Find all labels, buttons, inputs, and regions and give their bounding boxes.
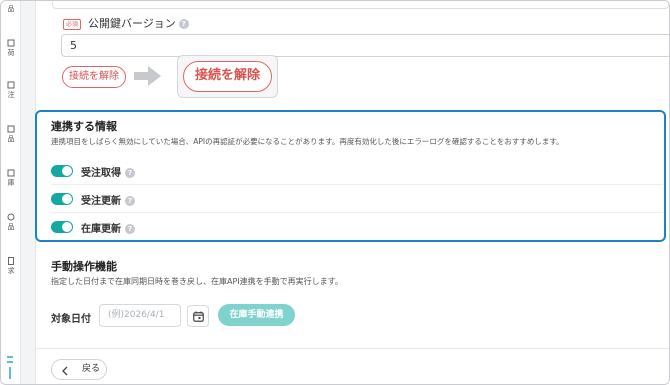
toggle-label: 受注更新? bbox=[81, 192, 135, 207]
sidebar-item-label: 品 bbox=[7, 135, 15, 143]
help-icon[interactable]: ? bbox=[125, 196, 135, 206]
sidebar-item-label: 品 bbox=[7, 5, 15, 13]
sidebar-item-orders[interactable]: 注 bbox=[3, 81, 19, 99]
manual-operation-description: 指定した日付まで在庫同期日時を巻き戻し、在庫API連携を手動で再実行します。 bbox=[51, 277, 343, 286]
toggle-label-text: 受注取得 bbox=[81, 168, 121, 179]
manual-stock-sync-button[interactable]: 在庫手動連携 bbox=[218, 304, 295, 326]
stock-update-toggle[interactable] bbox=[51, 221, 73, 233]
back-button[interactable]: 戻る bbox=[51, 359, 107, 380]
target-date-label: 対象日付 bbox=[51, 314, 91, 325]
order-update-toggle[interactable] bbox=[51, 193, 73, 205]
disconnect-button[interactable]: 接続を解除 bbox=[62, 66, 126, 88]
app-window: 品 荷 注 品 庫 品 求 必須 公開鍵バージョン ? 5 接続を解除 接続を解… bbox=[0, 0, 670, 385]
sidebar-item-product-sync[interactable]: 品 bbox=[3, 213, 19, 231]
cart-icon bbox=[3, 81, 19, 91]
toggle-label-text: 受注更新 bbox=[81, 196, 121, 207]
sidebar-item-label: 求 bbox=[7, 267, 15, 275]
sidebar-item-products[interactable]: 品 bbox=[3, 5, 19, 13]
toggle-row-order-fetch: 受注取得? bbox=[51, 157, 663, 185]
toggle-label: 在庫更新? bbox=[81, 220, 135, 235]
cycle-icon bbox=[3, 213, 19, 223]
warehouse-icon bbox=[3, 169, 19, 179]
previous-field-box bbox=[52, 1, 669, 9]
public-key-version-input[interactable]: 5 bbox=[61, 34, 669, 57]
sync-title: 連携する情報 bbox=[51, 120, 117, 133]
sidebar-item-label: 注 bbox=[7, 91, 15, 99]
toggle-knob bbox=[62, 166, 72, 176]
target-date-input[interactable]: (例)2026/4/1 bbox=[99, 304, 181, 327]
calendar-button[interactable] bbox=[187, 305, 209, 327]
invoice-icon bbox=[3, 257, 19, 267]
sidebar-item-label: 庫 bbox=[7, 179, 15, 187]
sync-description: 連携項目をしばらく無効にしていた場合、APIの再認証が必要になることがあります。… bbox=[51, 137, 564, 146]
disconnect-button-zoomed[interactable]: 接続を解除 bbox=[183, 61, 272, 92]
sidebar-item-items[interactable]: 品 bbox=[3, 125, 19, 143]
toggle-row-stock-update: 在庫更新? bbox=[51, 213, 663, 241]
sidebar-item-inventory[interactable]: 庫 bbox=[3, 169, 19, 187]
sidebar: 品 荷 注 品 庫 品 求 bbox=[1, 1, 21, 384]
help-icon[interactable]: ? bbox=[178, 19, 189, 29]
chevron-left-icon bbox=[61, 365, 69, 384]
sidebar-item-billing[interactable]: 求 bbox=[3, 257, 19, 275]
sync-settings-panel: 連携する情報 連携項目をしばらく無効にしていた場合、APIの再認証が必要になるこ… bbox=[35, 110, 666, 242]
tag-icon bbox=[3, 125, 19, 135]
back-label: 戻る bbox=[82, 364, 101, 374]
toggle-label: 受注取得? bbox=[81, 164, 135, 179]
manual-operation-title: 手動操作機能 bbox=[51, 260, 117, 273]
footer-divider bbox=[35, 348, 669, 349]
public-key-version-label: 公開鍵バージョン? bbox=[88, 17, 189, 31]
field-label-text: 公開鍵バージョン bbox=[88, 17, 176, 30]
sidebar-item-label: 品 bbox=[7, 223, 15, 231]
help-icon[interactable]: ? bbox=[125, 224, 135, 234]
order-fetch-toggle[interactable] bbox=[51, 165, 73, 177]
toggle-knob bbox=[62, 194, 72, 204]
calendar-icon bbox=[193, 311, 204, 322]
required-badge: 必須 bbox=[63, 19, 81, 30]
help-icon[interactable]: ? bbox=[125, 168, 135, 178]
toggle-label-text: 在庫更新 bbox=[81, 224, 121, 235]
sidebar-item-shipping[interactable]: 荷 bbox=[3, 39, 19, 57]
arrow-right-icon bbox=[134, 66, 162, 90]
sidebar-item-label: 荷 bbox=[7, 49, 15, 57]
settings-icon[interactable] bbox=[4, 353, 16, 383]
toggle-row-order-update: 受注更新? bbox=[51, 185, 663, 213]
truck-icon bbox=[3, 39, 19, 49]
toggle-knob bbox=[62, 222, 72, 232]
